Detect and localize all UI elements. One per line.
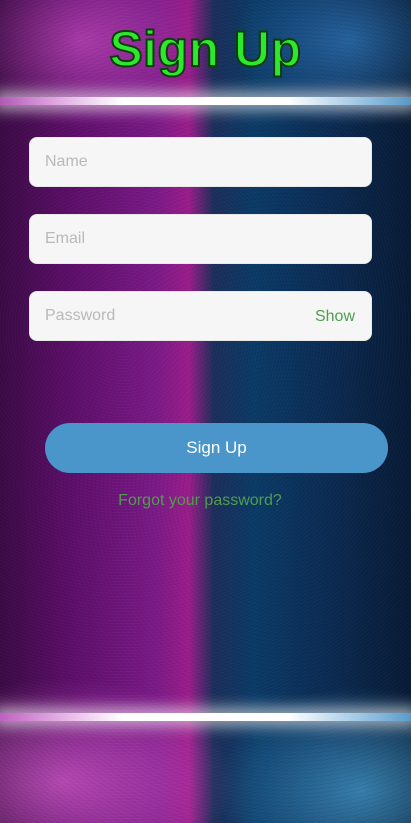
forgot-password-link[interactable]: Forgot your password? xyxy=(0,492,400,510)
light-beam-top xyxy=(0,97,411,105)
light-beam-bottom xyxy=(0,713,411,721)
sign-up-button[interactable]: Sign Up xyxy=(45,423,388,473)
page-title: Sign Up xyxy=(108,20,302,78)
email-field-container xyxy=(29,214,372,264)
password-field-container: Show xyxy=(29,291,372,341)
background-image xyxy=(0,0,411,823)
show-password-toggle[interactable]: Show xyxy=(315,292,355,342)
name-field-container xyxy=(29,137,372,187)
name-input[interactable] xyxy=(30,138,371,186)
email-input[interactable] xyxy=(30,215,371,263)
